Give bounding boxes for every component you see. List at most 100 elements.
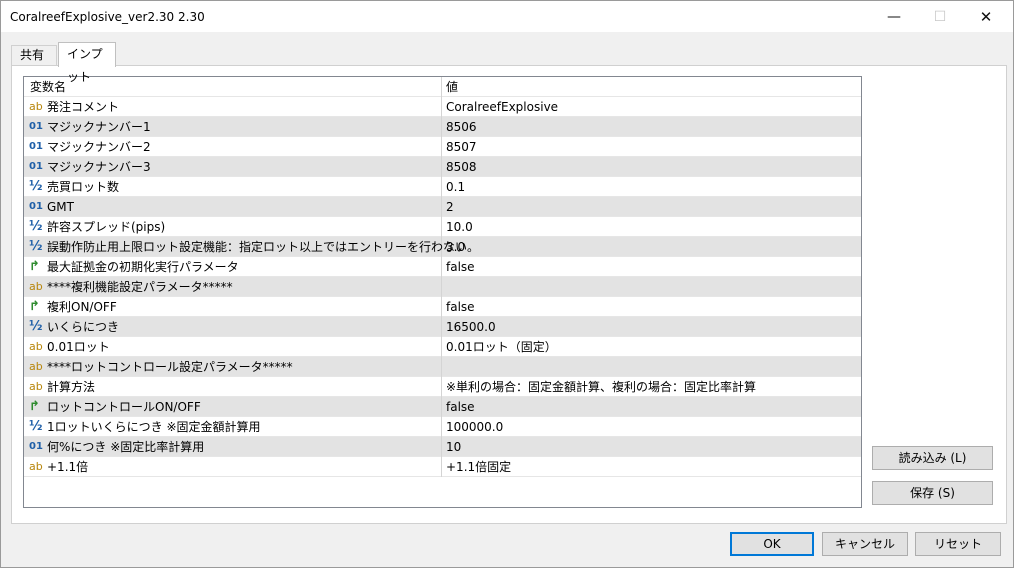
parameter-name-cell[interactable]: ab +1.1倍 (24, 457, 442, 477)
parameter-row[interactable]: 01 マジックナンバー2 8507 (24, 137, 861, 157)
integer-type-icon: 01 (29, 141, 43, 152)
parameter-row[interactable]: ↱ 複利ON/OFF false (24, 297, 861, 317)
parameter-row[interactable]: 01 何%につき ※固定比率計算用 10 (24, 437, 861, 457)
window-title: CoralreefExplosive_ver2.30 2.30 (10, 10, 205, 24)
parameter-name-cell[interactable]: 01 マジックナンバー2 (24, 137, 442, 157)
parameter-value[interactable]: false (446, 397, 475, 417)
title-bar: CoralreefExplosive_ver2.30 2.30 — ☐ ✕ (1, 1, 1013, 32)
parameter-row[interactable]: 01 マジックナンバー1 8506 (24, 117, 861, 137)
string-type-icon: ab (29, 380, 43, 393)
parameter-name: 複利ON/OFF (47, 300, 117, 314)
parameter-row[interactable]: ab 0.01ロット 0.01ロット（固定） (24, 337, 861, 357)
integer-type-icon: 01 (29, 441, 43, 452)
parameter-name: 許容スプレッド(pips) (47, 220, 166, 234)
parameter-name-cell[interactable]: ½ 1ロットいくらにつき ※固定金額計算用 (24, 417, 442, 437)
parameter-name: いくらにつき (47, 320, 120, 334)
parameter-value[interactable]: 0.01ロット（固定） (446, 337, 557, 357)
parameter-value[interactable]: 2 (446, 197, 454, 217)
bool-type-icon: ↱ (29, 299, 40, 314)
parameter-value[interactable]: 8506 (446, 117, 477, 137)
parameter-value[interactable]: CoralreefExplosive (446, 97, 558, 117)
string-type-icon: ab (29, 360, 43, 373)
parameters-grid: 変数名 値 ab 発注コメント CoralreefExplosive 01 マジックナン… (23, 76, 862, 508)
tab-shared[interactable]: 共有 (11, 45, 57, 66)
parameter-name: 何%につき ※固定比率計算用 (47, 440, 205, 454)
parameter-row[interactable]: ½ いくらにつき 16500.0 (24, 317, 861, 337)
parameter-name-cell[interactable]: ½ 許容スプレッド(pips) (24, 217, 442, 237)
parameter-value[interactable]: false (446, 257, 475, 277)
parameter-name: ロットコントロールON/OFF (47, 400, 201, 414)
parameter-value[interactable]: 10 (446, 437, 461, 457)
parameter-name-cell[interactable]: ab 計算方法 (24, 377, 442, 397)
parameter-value[interactable]: 100000.0 (446, 417, 503, 437)
parameter-value[interactable]: 10.0 (446, 217, 473, 237)
parameter-name: +1.1倍 (47, 460, 89, 474)
parameter-value[interactable]: ※単利の場合：固定金額計算、複利の場合：固定比率計算 (446, 377, 756, 397)
tab-inputs[interactable]: インプット (58, 42, 116, 84)
parameter-name-cell[interactable]: ↱ ロットコントロールON/OFF (24, 397, 442, 417)
load-button[interactable]: 読み込み (L) (872, 446, 993, 470)
parameter-name-cell[interactable]: ↱ 最大証拠金の初期化実行パラメータ (24, 257, 442, 277)
string-type-icon: ab (29, 100, 43, 113)
parameter-name-cell[interactable]: ab 発注コメント (24, 97, 442, 117)
parameter-value[interactable]: false (446, 297, 475, 317)
bool-type-icon: ↱ (29, 259, 40, 274)
parameter-name-cell[interactable]: 01 GMT (24, 197, 442, 217)
parameter-row[interactable]: ↱ ロットコントロールON/OFF false (24, 397, 861, 417)
maximize-icon[interactable]: ☐ (917, 1, 963, 32)
parameter-row[interactable]: ½ 売買ロット数 0.1 (24, 177, 861, 197)
parameter-value[interactable]: 8507 (446, 137, 477, 157)
parameter-name-cell[interactable]: ½ いくらにつき (24, 317, 442, 337)
string-type-icon: ab (29, 280, 43, 293)
parameter-name-cell[interactable]: ↱ 複利ON/OFF (24, 297, 442, 317)
parameter-value[interactable]: 3.0 (446, 237, 465, 257)
string-type-icon: ab (29, 460, 43, 473)
minimize-icon[interactable]: — (871, 1, 917, 32)
parameter-name: 売買ロット数 (47, 180, 120, 194)
parameter-name: 誤動作防止用上限ロット設定機能：指定ロット以上ではエントリーを行わない。 (47, 240, 480, 254)
parameter-name-cell[interactable]: ab ****ロットコントロール設定パラメータ***** (24, 357, 442, 377)
double-type-icon: ½ (29, 239, 43, 254)
save-button[interactable]: 保存 (S) (872, 481, 993, 505)
parameter-row[interactable]: ½ 誤動作防止用上限ロット設定機能：指定ロット以上ではエントリーを行わない。 3.0 (24, 237, 861, 257)
parameter-row[interactable]: 01 マジックナンバー3 8508 (24, 157, 861, 177)
parameter-row[interactable]: ab ****ロットコントロール設定パラメータ***** (24, 357, 861, 377)
parameter-row[interactable]: 01 GMT 2 (24, 197, 861, 217)
ok-button[interactable]: OK (730, 532, 814, 556)
parameter-row[interactable]: ab 発注コメント CoralreefExplosive (24, 97, 861, 117)
grid-header: 変数名 値 (24, 77, 861, 97)
parameter-row[interactable]: ½ 1ロットいくらにつき ※固定金額計算用 100000.0 (24, 417, 861, 437)
integer-type-icon: 01 (29, 161, 43, 172)
parameter-name-cell[interactable]: ab 0.01ロット (24, 337, 442, 357)
parameter-row[interactable]: ↱ 最大証拠金の初期化実行パラメータ false (24, 257, 861, 277)
double-type-icon: ½ (29, 219, 43, 234)
parameter-name-cell[interactable]: ab ****複利機能設定パラメータ***** (24, 277, 442, 297)
parameter-name-cell[interactable]: 01 マジックナンバー1 (24, 117, 442, 137)
parameter-name: 発注コメント (47, 100, 120, 114)
parameter-row[interactable]: ab 計算方法 ※単利の場合：固定金額計算、複利の場合：固定比率計算 (24, 377, 861, 397)
dialog-window: CoralreefExplosive_ver2.30 2.30 — ☐ ✕ 共有… (0, 0, 1014, 568)
close-icon[interactable]: ✕ (963, 1, 1009, 32)
parameter-row[interactable]: ab +1.1倍 +1.1倍固定 (24, 457, 861, 477)
parameter-name-cell[interactable]: ½ 誤動作防止用上限ロット設定機能：指定ロット以上ではエントリーを行わない。 (24, 237, 479, 257)
double-type-icon: ½ (29, 179, 43, 194)
parameter-value[interactable]: +1.1倍固定 (446, 457, 511, 477)
string-type-icon: ab (29, 340, 43, 353)
parameter-name: 0.01ロット (47, 340, 110, 354)
parameter-value[interactable]: 16500.0 (446, 317, 496, 337)
parameter-name-cell[interactable]: 01 何%につき ※固定比率計算用 (24, 437, 442, 457)
parameter-row[interactable]: ½ 許容スプレッド(pips) 10.0 (24, 217, 861, 237)
parameter-name-cell[interactable]: 01 マジックナンバー3 (24, 157, 442, 177)
header-name-label: 変数名 (30, 80, 67, 94)
parameter-value[interactable]: 0.1 (446, 177, 465, 197)
parameter-name-cell[interactable]: ½ 売買ロット数 (24, 177, 442, 197)
parameter-row[interactable]: ab ****複利機能設定パラメータ***** (24, 277, 861, 297)
parameter-name: 計算方法 (47, 380, 96, 394)
cancel-button[interactable]: キャンセル (822, 532, 908, 556)
parameter-name: 最大証拠金の初期化実行パラメータ (47, 260, 239, 274)
parameter-name: マジックナンバー3 (47, 160, 151, 174)
parameter-value[interactable]: 8508 (446, 157, 477, 177)
reset-button[interactable]: リセット (915, 532, 1001, 556)
parameter-name: ****複利機能設定パラメータ***** (47, 280, 233, 294)
header-value-label[interactable]: 値 (446, 77, 458, 97)
